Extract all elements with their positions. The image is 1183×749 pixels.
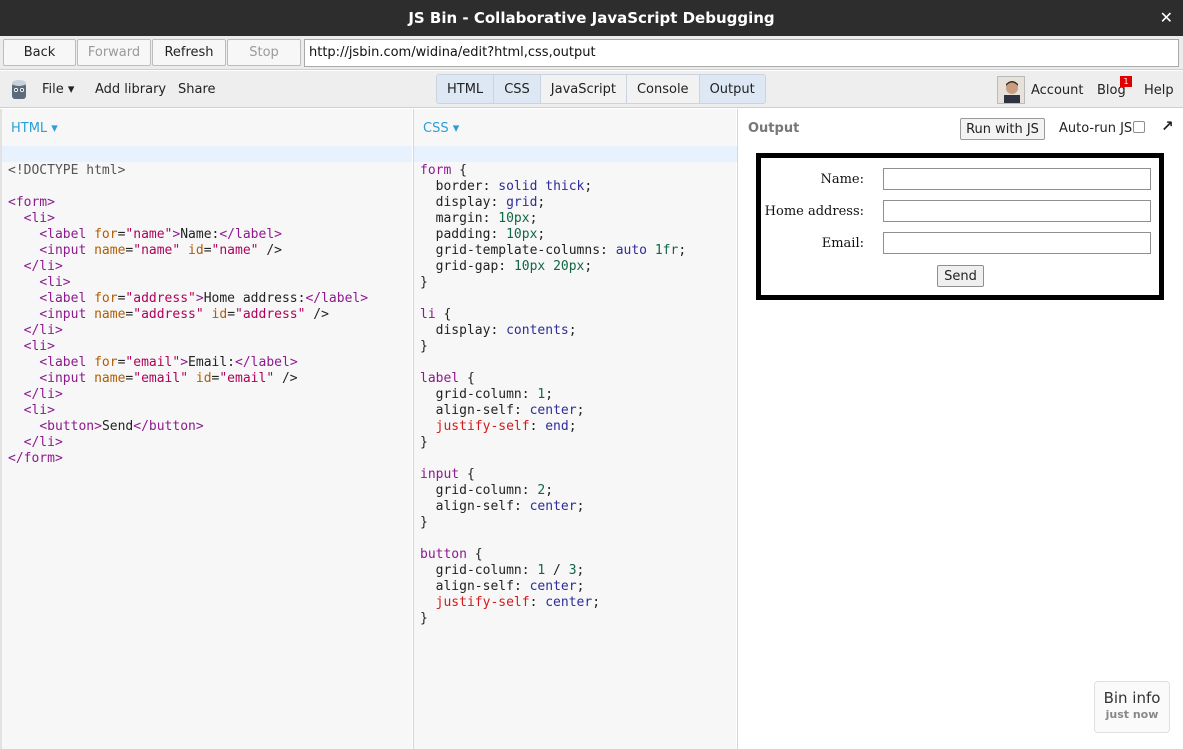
html-panel[interactable]: HTML ▾ <!DOCTYPE html> <form> <li> <labe… xyxy=(0,109,412,749)
html-code-line[interactable]: <button>Send</button> xyxy=(8,419,368,435)
css-code-line[interactable]: display: grid; xyxy=(420,195,686,211)
back-button[interactable]: Back xyxy=(3,39,76,66)
css-code-line[interactable]: align-self: center; xyxy=(420,403,686,419)
refresh-button[interactable]: Refresh xyxy=(152,39,226,66)
add-library-menu[interactable]: Add library xyxy=(95,82,166,97)
css-code-line[interactable]: border: solid thick; xyxy=(420,179,686,195)
css-code-line[interactable]: padding: 10px; xyxy=(420,227,686,243)
css-code-line[interactable]: } xyxy=(420,515,686,531)
active-line-highlight xyxy=(414,146,737,162)
html-code-line[interactable]: <li> xyxy=(8,275,368,291)
tab-css[interactable]: CSS xyxy=(494,75,541,103)
output-panel-label: Output xyxy=(748,121,800,136)
tab-html[interactable]: HTML xyxy=(437,75,495,103)
tab-output[interactable]: Output xyxy=(699,75,765,103)
html-code-editor[interactable]: <!DOCTYPE html> <form> <li> <label for="… xyxy=(8,163,368,467)
autorun-checkbox[interactable] xyxy=(1133,121,1145,133)
html-code-line[interactable]: <li> xyxy=(8,211,368,227)
file-menu[interactable]: File ▾ xyxy=(42,82,74,97)
html-code-line[interactable]: <label for="email">Email:</label> xyxy=(8,355,368,371)
popout-icon[interactable]: ↗ xyxy=(1161,117,1174,135)
html-code-line[interactable]: <li> xyxy=(8,339,368,355)
css-code-line[interactable]: display: contents; xyxy=(420,323,686,339)
name-label: Name: xyxy=(820,172,864,187)
css-code-line[interactable]: } xyxy=(420,339,686,355)
html-code-line[interactable]: </li> xyxy=(8,259,368,275)
css-code-line[interactable]: input { xyxy=(420,467,686,483)
html-panel-label[interactable]: HTML ▾ xyxy=(11,121,58,136)
html-code-line[interactable]: <li> xyxy=(8,403,368,419)
autorun-label: Auto-run JS xyxy=(1059,121,1133,136)
browser-navbar: Back Forward Refresh Stop http://jsbin.c… xyxy=(0,36,1183,70)
name-input[interactable] xyxy=(883,168,1151,190)
url-input[interactable]: http://jsbin.com/widina/edit?html,css,ou… xyxy=(304,39,1179,67)
css-code-line[interactable]: grid-gap: 10px 20px; xyxy=(420,259,686,275)
forward-button[interactable]: Forward xyxy=(77,39,151,66)
send-button[interactable]: Send xyxy=(937,265,984,287)
html-code-line[interactable]: </li> xyxy=(8,387,368,403)
html-code-line[interactable]: <input name="address" id="address" /> xyxy=(8,307,368,323)
run-with-js-button[interactable]: Run with JS xyxy=(960,118,1045,140)
window-title: JS Bin - Collaborative JavaScript Debugg… xyxy=(408,9,775,27)
avatar[interactable] xyxy=(997,76,1025,104)
output-panel: Output Run with JS Auto-run JS ↗ Name: H… xyxy=(737,109,1183,749)
bin-info-widget[interactable]: Bin info just now xyxy=(1094,681,1170,733)
css-code-line[interactable]: justify-self: center; xyxy=(420,595,686,611)
css-code-line[interactable]: margin: 10px; xyxy=(420,211,686,227)
html-code-line[interactable]: <!DOCTYPE html> xyxy=(8,163,368,179)
share-menu[interactable]: Share xyxy=(178,82,216,97)
close-icon[interactable]: ✕ xyxy=(1160,8,1173,27)
user-avatar-icon xyxy=(998,77,1024,103)
html-code-line[interactable]: </li> xyxy=(8,435,368,451)
html-code-line[interactable]: </form> xyxy=(8,451,368,467)
html-code-line[interactable]: <input name="email" id="email" /> xyxy=(8,371,368,387)
bin-info-title: Bin info xyxy=(1103,689,1161,707)
css-code-line[interactable]: form { xyxy=(420,163,686,179)
window-titlebar: JS Bin - Collaborative JavaScript Debugg… xyxy=(0,0,1183,36)
panel-tabs: HTML CSS JavaScript Console Output xyxy=(436,74,766,104)
css-code-line[interactable]: grid-column: 1 / 3; xyxy=(420,563,686,579)
blog-badge: 1 xyxy=(1120,76,1132,87)
css-code-line[interactable] xyxy=(420,355,686,371)
css-code-line[interactable]: grid-column: 2; xyxy=(420,483,686,499)
html-code-line[interactable]: <input name="name" id="name" /> xyxy=(8,243,368,259)
css-code-line[interactable]: justify-self: end; xyxy=(420,419,686,435)
css-code-line[interactable] xyxy=(420,451,686,467)
css-code-line[interactable]: grid-template-columns: auto 1fr; xyxy=(420,243,686,259)
css-panel[interactable]: CSS ▾ form { border: solid thick; displa… xyxy=(413,109,737,749)
email-input[interactable] xyxy=(883,232,1151,254)
output-form-preview: Name: Home address: Email: Send xyxy=(756,153,1164,300)
css-code-line[interactable]: grid-column: 1; xyxy=(420,387,686,403)
jsbin-toolbar: File ▾ Add library Share HTML CSS JavaSc… xyxy=(0,71,1183,108)
css-panel-label[interactable]: CSS ▾ xyxy=(423,121,459,136)
html-code-line[interactable]: <label for="address">Home address:</labe… xyxy=(8,291,368,307)
css-code-line[interactable]: } xyxy=(420,275,686,291)
css-code-line[interactable]: label { xyxy=(420,371,686,387)
css-code-line[interactable]: button { xyxy=(420,547,686,563)
email-label: Email: xyxy=(821,236,864,251)
address-label: Home address: xyxy=(764,204,864,219)
css-code-line[interactable] xyxy=(420,291,686,307)
css-code-line[interactable]: li { xyxy=(420,307,686,323)
tab-javascript[interactable]: JavaScript xyxy=(540,75,627,103)
tab-console[interactable]: Console xyxy=(626,75,700,103)
html-code-line[interactable]: <label for="name">Name:</label> xyxy=(8,227,368,243)
css-code-line[interactable] xyxy=(420,531,686,547)
active-line-highlight xyxy=(2,146,412,162)
jsbin-logo-icon[interactable] xyxy=(10,79,28,101)
account-link[interactable]: Account xyxy=(1031,83,1084,98)
help-link[interactable]: Help xyxy=(1144,83,1174,98)
css-code-editor[interactable]: form { border: solid thick; display: gri… xyxy=(420,163,686,627)
css-code-line[interactable]: align-self: center; xyxy=(420,579,686,595)
bin-info-time: just now xyxy=(1105,708,1159,721)
css-code-line[interactable]: } xyxy=(420,435,686,451)
html-code-line[interactable]: <form> xyxy=(8,195,368,211)
html-code-line[interactable]: </li> xyxy=(8,323,368,339)
address-input[interactable] xyxy=(883,200,1151,222)
css-code-line[interactable]: } xyxy=(420,611,686,627)
stop-button[interactable]: Stop xyxy=(227,39,301,66)
html-code-line[interactable] xyxy=(8,179,368,195)
css-code-line[interactable]: align-self: center; xyxy=(420,499,686,515)
